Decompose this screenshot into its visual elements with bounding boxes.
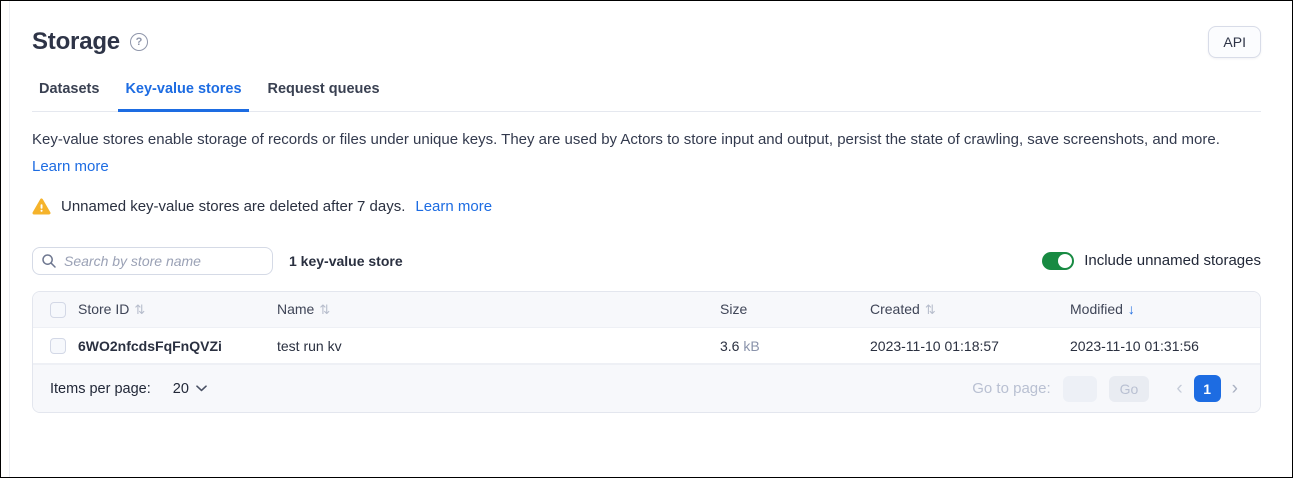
warning-learn-more-link[interactable]: Learn more <box>415 198 492 215</box>
size-unit: kB <box>743 338 759 354</box>
chevron-left-icon[interactable]: ‹ <box>1171 379 1187 398</box>
description-text: Key-value stores enable storage of recor… <box>32 131 1220 148</box>
cell-store-id[interactable]: 6WO2nfcdsFqFnQVZi <box>78 328 277 364</box>
table-header-row: Store ID⇅ Name⇅ Size Created⇅ Modified↓ <box>33 292 1260 328</box>
cell-created: 2023-11-10 01:18:57 <box>870 328 1070 364</box>
items-per-page-select[interactable]: 20 <box>173 381 207 397</box>
cell-size: 3.6 kB <box>720 328 870 364</box>
items-per-page-label: Items per page: <box>50 381 151 397</box>
storage-page: Storage ? API Datasets Key-value stores … <box>0 0 1293 478</box>
page-header: Storage ? API <box>32 26 1261 58</box>
api-button[interactable]: API <box>1208 26 1261 58</box>
key-value-stores-table: Store ID⇅ Name⇅ Size Created⇅ Modified↓ <box>32 291 1261 414</box>
chevron-right-icon[interactable]: › <box>1227 379 1243 398</box>
cell-name[interactable]: test run kv <box>277 328 720 364</box>
warning-text: Unnamed key-value stores are deleted aft… <box>61 198 405 215</box>
row-checkbox[interactable] <box>50 338 66 354</box>
sort-icon-modified[interactable]: ↓ <box>1128 301 1135 317</box>
include-unnamed-toggle[interactable] <box>1042 252 1074 270</box>
search-input[interactable] <box>32 247 273 275</box>
column-header-name[interactable]: Name⇅ <box>277 292 720 328</box>
page-title: Storage <box>32 28 120 56</box>
go-to-page-label: Go to page: <box>972 380 1050 397</box>
search-icon <box>41 253 57 269</box>
chevron-down-icon <box>196 385 207 392</box>
description-block: Key-value stores enable storage of recor… <box>32 129 1261 178</box>
tab-request-queues[interactable]: Request queues <box>261 81 387 112</box>
toolbar: 1 key-value store Include unnamed storag… <box>32 247 1261 275</box>
tab-key-value-stores[interactable]: Key-value stores <box>118 81 248 112</box>
tab-datasets[interactable]: Datasets <box>32 81 106 112</box>
column-header-store-id[interactable]: Store ID⇅ <box>78 292 277 328</box>
warning-banner: Unnamed key-value stores are deleted aft… <box>32 198 1261 215</box>
sort-icon-name[interactable]: ⇅ <box>319 302 330 317</box>
go-button[interactable]: Go <box>1109 376 1150 402</box>
toggle-knob <box>1058 254 1072 268</box>
storage-tabs: Datasets Key-value stores Request queues <box>32 81 1261 112</box>
help-icon[interactable]: ? <box>130 33 148 51</box>
warning-icon <box>32 198 51 215</box>
description-learn-more-link[interactable]: Learn more <box>32 156 109 178</box>
current-page-button[interactable]: 1 <box>1194 375 1221 402</box>
go-to-page-input[interactable] <box>1063 376 1097 402</box>
cell-modified: 2023-11-10 01:31:56 <box>1070 328 1260 364</box>
toggle-label: Include unnamed storages <box>1084 252 1261 269</box>
store-count-label: 1 key-value store <box>289 253 403 269</box>
select-all-checkbox[interactable] <box>50 302 66 318</box>
sort-icon-created[interactable]: ⇅ <box>925 302 936 317</box>
table-footer: Items per page: 20 Go to page: Go ‹ 1 › <box>33 364 1260 412</box>
column-header-modified[interactable]: Modified↓ <box>1070 292 1260 328</box>
sort-icon-store-id[interactable]: ⇅ <box>134 302 145 317</box>
table-row[interactable]: 6WO2nfcdsFqFnQVZi test run kv 3.6 kB 202… <box>33 328 1260 364</box>
column-header-created[interactable]: Created⇅ <box>870 292 1070 328</box>
column-header-size: Size <box>720 292 870 328</box>
